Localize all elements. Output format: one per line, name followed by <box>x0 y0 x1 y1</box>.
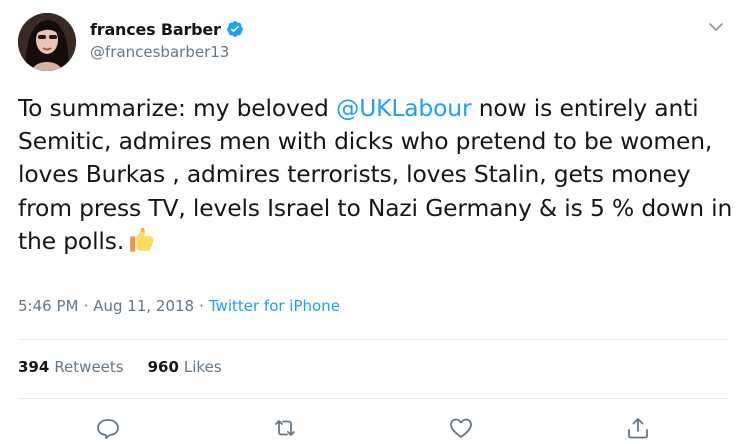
retweet-icon[interactable] <box>272 416 298 440</box>
verified-badge-icon <box>226 20 244 38</box>
tweet-time[interactable]: 5:46 PM <box>18 297 78 315</box>
tweet-meta: 5:46 PM · Aug 11, 2018 · Twitter for iPh… <box>18 297 340 315</box>
retweets-stat[interactable]: 394 Retweets <box>18 358 124 376</box>
tweet-stats: 394 Retweets 960 Likes <box>18 358 246 376</box>
divider <box>18 339 728 340</box>
user-handle[interactable]: @francesbarber13 <box>90 43 244 61</box>
chevron-down-icon[interactable] <box>708 19 724 33</box>
likes-count: 960 <box>147 358 179 376</box>
avatar[interactable] <box>18 13 76 71</box>
likes-stat[interactable]: 960 Likes <box>148 358 222 376</box>
likes-label: Likes <box>183 358 222 376</box>
tweet-header: frances Barber @francesbarber13 <box>18 13 728 73</box>
reply-icon[interactable] <box>95 416 121 440</box>
retweets-label: Retweets <box>54 358 124 376</box>
display-name[interactable]: frances Barber <box>90 20 221 39</box>
mention-link[interactable]: @UKLabour <box>336 94 472 122</box>
tweet-source-link[interactable]: Twitter for iPhone <box>209 297 340 315</box>
share-icon[interactable] <box>625 416 651 440</box>
thumbs-up-icon <box>128 227 154 253</box>
meta-separator: · <box>83 297 89 315</box>
heart-icon[interactable] <box>448 416 474 440</box>
action-bar <box>0 416 746 440</box>
tweet-date[interactable]: Aug 11, 2018 <box>93 297 194 315</box>
divider <box>18 398 728 399</box>
meta-separator: · <box>199 297 204 315</box>
tweet-text: To summarize: my beloved @UKLabour now i… <box>18 92 733 258</box>
author-info[interactable]: frances Barber @francesbarber13 <box>90 17 244 61</box>
retweets-count: 394 <box>18 358 50 376</box>
avatar-image <box>18 13 76 71</box>
tweet-text-start: To summarize: my beloved <box>18 94 336 122</box>
